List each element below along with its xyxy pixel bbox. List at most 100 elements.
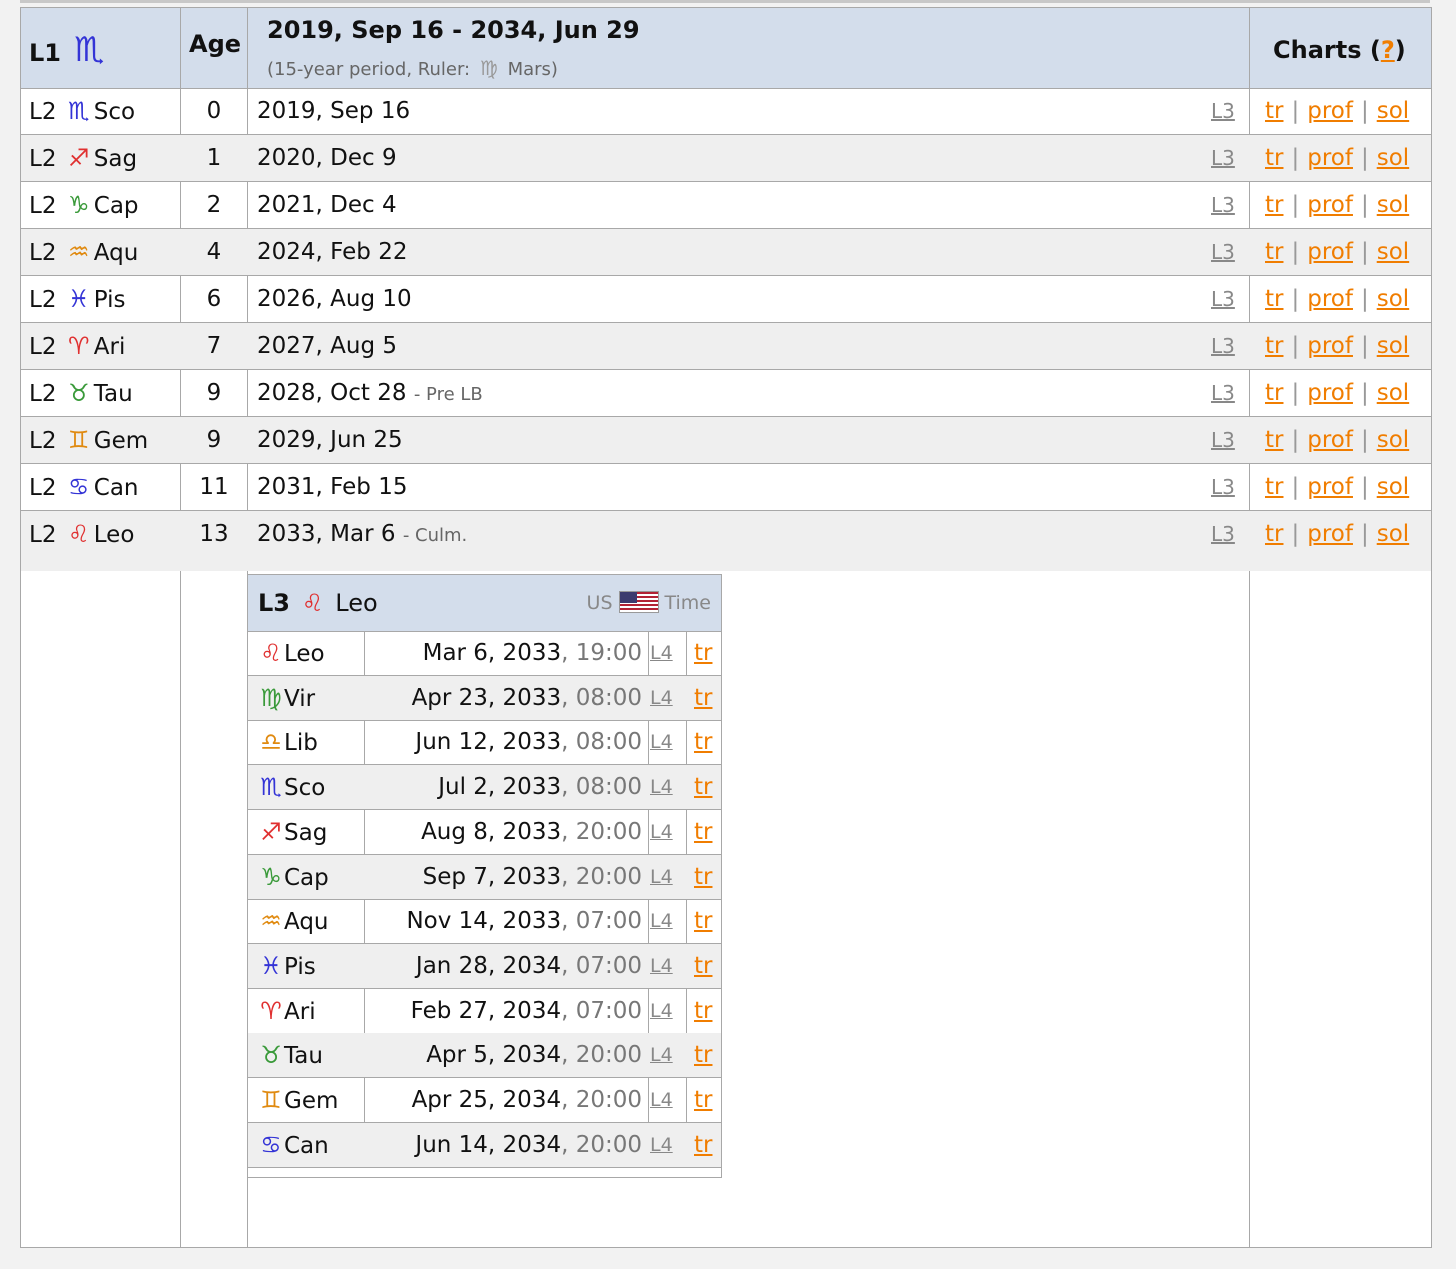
tr-link[interactable]: tr [694,855,712,899]
l4-link[interactable]: L4 [650,720,673,764]
leo-icon: ♌ [68,520,90,548]
row-age: 7 [206,333,222,359]
row-date-value: 2027, Aug 5 [257,333,398,359]
l4-link[interactable]: L4 [650,810,673,854]
l4-link[interactable]: L4 [650,855,673,899]
l3-link[interactable]: L3 [1211,323,1235,369]
l4-link[interactable]: L4 [650,631,673,675]
capricorn-icon: ♑ [260,862,282,891]
l3-link[interactable]: L3 [1211,417,1235,463]
tr-link[interactable]: tr [694,989,712,1033]
tr-link[interactable]: tr [1265,474,1283,500]
l3-row-abbr: Aqu [284,909,329,936]
table-row: L2 ♌ Leo 13 2033, Mar 6 - Culm. L3 tr | prof | so… [21,511,1431,571]
link-separator: | [1360,98,1369,124]
period-subtitle-prefix: (15-year period, Ruler: [267,59,471,80]
tr-link[interactable]: tr [1265,521,1283,547]
l3-link[interactable]: L3 [1211,182,1235,228]
tr-link[interactable]: tr [694,810,712,854]
tr-link[interactable]: tr [694,899,712,943]
tr-link[interactable]: tr [694,1123,712,1167]
tr-link[interactable]: tr [1265,286,1283,312]
l4-link[interactable]: L4 [650,989,673,1033]
tr-link[interactable]: tr [694,1078,712,1122]
l3-row: ♈Ari Feb 27, 2034, 07:00 L4 tr [248,989,721,1034]
row-level: L2 [29,381,57,407]
l4-link[interactable]: L4 [650,1078,673,1122]
tr-link[interactable]: tr [1265,239,1283,265]
charts-label: Charts ( [1273,36,1381,64]
tr-link[interactable]: tr [1265,333,1283,359]
tr-link[interactable]: tr [1265,380,1283,406]
aquarius-icon: ♒ [260,907,282,936]
prof-link[interactable]: prof [1307,474,1353,500]
link-separator: | [1291,98,1300,124]
sol-link[interactable]: sol [1377,427,1409,453]
gemini-icon: ♊ [260,1086,282,1114]
sol-link[interactable]: sol [1377,145,1409,171]
tr-link[interactable]: tr [694,676,712,720]
charts-help-link[interactable]: ? [1381,36,1395,64]
prof-link[interactable]: prof [1307,521,1353,547]
link-separator: | [1360,145,1369,171]
tr-link[interactable]: tr [1265,427,1283,453]
row-date: 2024, Feb 22 [257,229,407,275]
l3-row-sign: ♌Leo [258,631,324,675]
l3-link[interactable]: L3 [1211,229,1235,275]
l3-link[interactable]: L3 [1211,511,1235,557]
sol-link[interactable]: sol [1377,98,1409,124]
tr-link[interactable]: tr [1265,98,1283,124]
prof-link[interactable]: prof [1307,98,1353,124]
sol-link[interactable]: sol [1377,286,1409,312]
sol-link[interactable]: sol [1377,474,1409,500]
period-subtitle: (15-year period, Ruler: ♍ Mars) [267,56,558,80]
charts-header: Charts (?) [1273,36,1406,64]
prof-link[interactable]: prof [1307,145,1353,171]
prof-link[interactable]: prof [1307,239,1353,265]
tr-link[interactable]: tr [694,944,712,988]
table-row: L2 ♒ Aqu 4 2024, Feb 22 L3 tr | prof | sol [21,229,1431,276]
prof-link[interactable]: prof [1307,380,1353,406]
age-header: Age [189,30,242,58]
tr-link[interactable]: tr [694,720,712,764]
sol-link[interactable]: sol [1377,239,1409,265]
l4-link[interactable]: L4 [650,1123,673,1167]
chart-links: tr | prof | sol [1265,88,1409,134]
l3-link[interactable]: L3 [1211,464,1235,510]
prof-link[interactable]: prof [1307,427,1353,453]
l4-link[interactable]: L4 [650,944,673,988]
tr-link[interactable]: tr [694,765,712,809]
l3-row: ♊Gem Apr 25, 2034, 20:00 L4 tr [248,1078,721,1123]
l3-row-sign: ♍Vir [258,676,315,720]
l3-row-time: , 07:00 [561,908,642,935]
l3-row-sign: ♑Cap [258,855,329,899]
table-row: L2 ♑ Cap 2 2021, Dec 4 L3 tr | prof | sol [21,182,1431,229]
tr-link[interactable]: tr [694,631,712,675]
l4-link[interactable]: L4 [650,899,673,943]
prof-link[interactable]: prof [1307,192,1353,218]
link-separator: | [1360,333,1369,359]
l4-link[interactable]: L4 [650,676,673,720]
tr-link[interactable]: tr [1265,192,1283,218]
link-separator: | [1291,380,1300,406]
row-age: 13 [199,521,229,547]
sol-link[interactable]: sol [1377,333,1409,359]
sol-link[interactable]: sol [1377,521,1409,547]
l3-link[interactable]: L3 [1211,135,1235,181]
prof-link[interactable]: prof [1307,286,1353,312]
link-separator: | [1291,192,1300,218]
tr-link[interactable]: tr [1265,145,1283,171]
timezone-time: Time [664,592,712,614]
l3-link[interactable]: L3 [1211,88,1235,134]
l4-link[interactable]: L4 [650,1033,673,1077]
l3-link[interactable]: L3 [1211,370,1235,416]
sol-link[interactable]: sol [1377,380,1409,406]
l4-link[interactable]: L4 [650,765,673,809]
prof-link[interactable]: prof [1307,333,1353,359]
l3-row-datetime: Nov 14, 2033, 07:00 [366,899,642,943]
row-sign-abbr: Can [93,475,139,501]
l3-link[interactable]: L3 [1211,276,1235,322]
tr-link[interactable]: tr [694,1033,712,1077]
sol-link[interactable]: sol [1377,192,1409,218]
l3-row-datetime: Apr 5, 2034, 20:00 [366,1033,642,1077]
